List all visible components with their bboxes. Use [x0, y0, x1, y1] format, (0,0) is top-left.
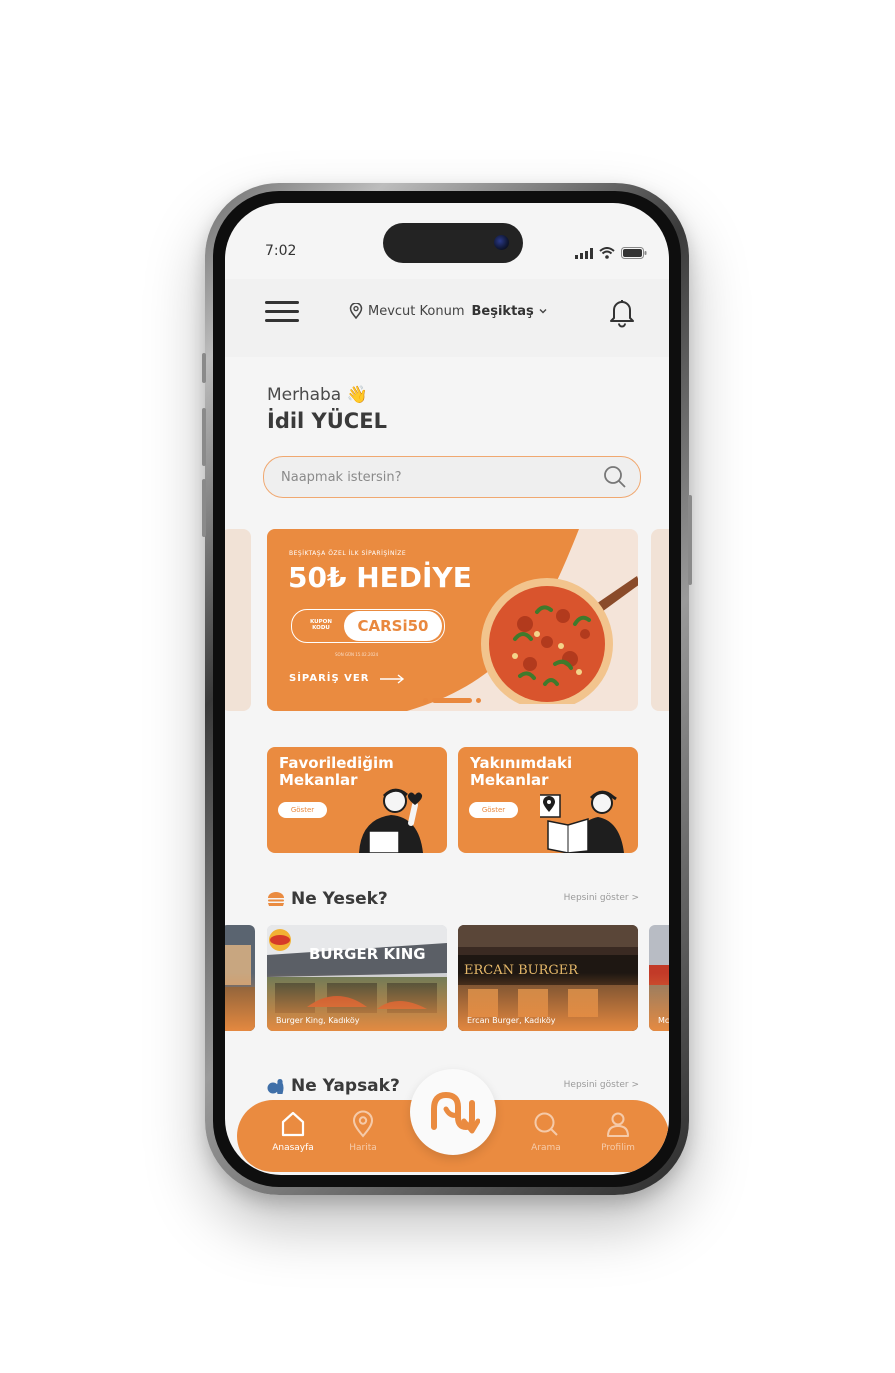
- activities-see-all-link[interactable]: Hepsini göster >: [564, 1080, 639, 1090]
- pizza-image: [481, 576, 638, 704]
- coupon-label: KUPON KODU: [310, 619, 332, 631]
- app-screen: 7:02 Mevcut Konum Beşiktaş Merhaba 👋 İdi…: [225, 203, 669, 1175]
- food-section-label: Ne Yesek?: [291, 889, 388, 909]
- promo-headline: 50₺ HEDİYE: [288, 561, 472, 594]
- signal-icon: [575, 247, 593, 259]
- carousel-dot[interactable]: [476, 698, 481, 703]
- place-card-next[interactable]: McD: [649, 925, 669, 1031]
- carousel-dots: [423, 698, 481, 703]
- tab-search[interactable]: Arama: [516, 1110, 576, 1153]
- favorites-card[interactable]: Favorilediğim Mekanlar Göster: [267, 747, 447, 853]
- greeting: Merhaba 👋: [267, 385, 368, 405]
- tab-profile[interactable]: Profilim: [588, 1110, 648, 1153]
- tab-home-label: Anasayfa: [272, 1143, 314, 1153]
- greeting-text: Merhaba: [267, 385, 342, 405]
- dynamic-island: [383, 223, 523, 263]
- search-icon[interactable]: [603, 465, 627, 489]
- location-label: Mevcut Konum: [368, 303, 465, 319]
- volume-up-button: [202, 408, 206, 466]
- location-selector[interactable]: Mevcut Konum Beşiktaş: [349, 303, 548, 319]
- chevron-down-icon: [539, 309, 547, 314]
- place-caption: McD: [658, 1016, 669, 1025]
- carousel-prev-peek[interactable]: [225, 529, 251, 711]
- tab-profile-label: Profilim: [601, 1143, 635, 1153]
- coupon-box[interactable]: KUPON KODU CARSi50: [291, 609, 445, 643]
- person-map-illustration: [540, 790, 624, 853]
- person-heart-illustration: [359, 788, 423, 853]
- home-icon: [281, 1111, 305, 1137]
- place-caption: Burger King, Kadıköy: [276, 1016, 360, 1025]
- carousel-dot-active[interactable]: [432, 698, 472, 703]
- burger-king-sign: BURGER KING: [309, 945, 426, 963]
- coupon-code: CARSi50: [344, 611, 442, 641]
- favorites-show-button[interactable]: Göster: [278, 802, 327, 818]
- phone-bezel: 7:02 Mevcut Konum Beşiktaş Merhaba 👋 İdi…: [213, 191, 681, 1187]
- search-input[interactable]: Naapmak istersin?: [263, 456, 641, 498]
- status-icons: [575, 247, 647, 259]
- tab-home[interactable]: Anasayfa: [263, 1110, 323, 1153]
- promo-fine-print: SON GÜN 15.02.2024: [335, 652, 379, 657]
- place-caption: Ercan Burger, Kadıköy: [467, 1016, 556, 1025]
- location-pin-icon: [349, 303, 363, 319]
- carousel-dot[interactable]: [423, 698, 428, 703]
- phone-frame: 7:02 Mevcut Konum Beşiktaş Merhaba 👋 İdi…: [202, 183, 692, 1195]
- activities-section-title: Ne Yapsak?: [267, 1076, 400, 1096]
- action-button: [202, 353, 206, 383]
- tab-search-label: Arama: [531, 1143, 561, 1153]
- menu-icon[interactable]: [265, 301, 299, 327]
- nearby-card[interactable]: Yakınımdaki Mekanlar Göster: [458, 747, 638, 853]
- nearby-show-button[interactable]: Göster: [469, 802, 518, 818]
- order-button[interactable]: SİPARİŞ VER: [289, 673, 405, 684]
- food-section-title: Ne Yesek?: [267, 889, 388, 909]
- power-button: [688, 495, 692, 585]
- arrow-right-icon: [380, 673, 405, 684]
- promo-kicker: BEŞİKTAŞA ÖZEL İLK SİPARİŞİNİZE: [289, 550, 407, 557]
- carousel-next-peek[interactable]: [651, 529, 669, 711]
- promo-banner[interactable]: BEŞİKTAŞA ÖZEL İLK SİPARİŞİNİZE 50₺ HEDİ…: [267, 529, 638, 711]
- user-icon: [607, 1112, 629, 1137]
- bell-icon[interactable]: [605, 295, 639, 329]
- map-pin-icon: [352, 1110, 374, 1138]
- place-card-burger-king[interactable]: BURGER KING Burger King, Kadıköy: [267, 925, 447, 1031]
- battery-icon: [621, 247, 647, 259]
- place-card-ercan-burger[interactable]: ERCAN BURGER Ercan Burger, Kadıköy: [458, 925, 638, 1031]
- wifi-icon: [599, 247, 615, 259]
- burger-icon: [268, 892, 284, 906]
- status-time: 7:02: [265, 243, 297, 259]
- search-placeholder: Naapmak istersin?: [281, 469, 402, 485]
- location-value: Beşiktaş: [471, 303, 534, 319]
- brand-logo-icon: [431, 1091, 480, 1134]
- tab-map-label: Harita: [349, 1143, 377, 1153]
- activities-section-label: Ne Yapsak?: [291, 1076, 400, 1096]
- camera-icon: [494, 235, 509, 250]
- center-logo-button[interactable]: [410, 1069, 496, 1155]
- wave-emoji: 👋: [346, 385, 368, 405]
- volume-down-button: [202, 479, 206, 537]
- bowling-icon: [267, 1079, 284, 1094]
- food-see-all-link[interactable]: Hepsini göster >: [564, 893, 639, 903]
- order-label: SİPARİŞ VER: [289, 673, 370, 684]
- search-icon: [534, 1112, 558, 1136]
- tab-map[interactable]: Harita: [333, 1110, 393, 1153]
- place-card-prev[interactable]: [225, 925, 255, 1031]
- user-name: İdil YÜCEL: [267, 409, 387, 433]
